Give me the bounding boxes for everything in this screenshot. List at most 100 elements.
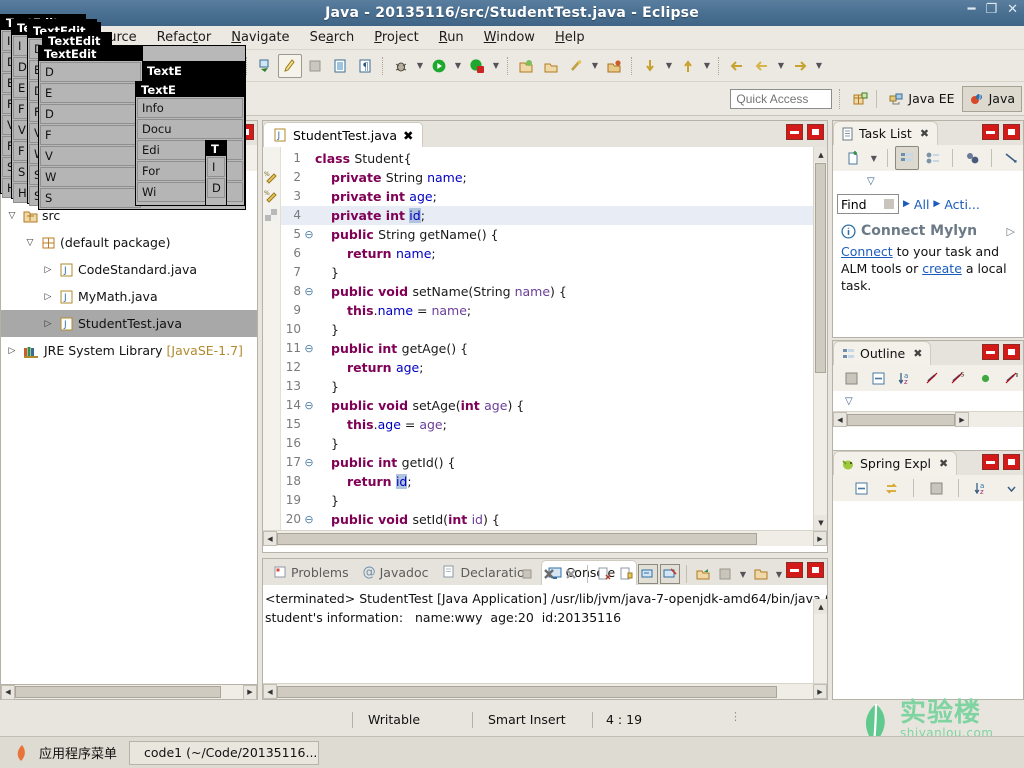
- link-with-editor-icon[interactable]: [999, 146, 1023, 170]
- focus-on-workweek-icon[interactable]: [960, 146, 984, 170]
- focus-on-active-task-icon[interactable]: [924, 476, 948, 500]
- console-output[interactable]: <terminated> StudentTest [Java Applicati…: [263, 585, 827, 699]
- maximize-editor-button[interactable]: [807, 124, 824, 140]
- code-line[interactable]: 9 this.name = name;: [281, 301, 813, 320]
- perspective-java[interactable]: J Java: [961, 85, 1022, 112]
- tree-item-mymath[interactable]: ▷ J MyMath.java: [1, 283, 257, 310]
- open-task-icon[interactable]: [253, 54, 277, 78]
- menu-item-search[interactable]: Search: [300, 27, 365, 48]
- new-task-dropdown-icon[interactable]: ▼: [868, 146, 880, 170]
- code-line[interactable]: 12 return age;: [281, 358, 813, 377]
- close-icon[interactable]: ✖: [403, 128, 413, 143]
- open-perspective-icon[interactable]: [514, 54, 538, 78]
- filter-active[interactable]: Acti...: [944, 197, 980, 212]
- menu-item-project[interactable]: Project: [364, 27, 429, 48]
- package-explorer-horizontal-scrollbar[interactable]: ◀ ▶: [0, 684, 258, 700]
- code-line[interactable]: % 3 private int age;: [264, 187, 813, 206]
- forward-dropdown-icon[interactable]: ▼: [813, 54, 825, 78]
- menu-item[interactable]: D: [40, 62, 141, 82]
- menu-item[interactable]: For: [137, 161, 243, 181]
- menu-item[interactable]: Edi: [137, 140, 243, 160]
- console-hscroll-thumb[interactable]: [277, 685, 777, 698]
- fold-toggle-icon[interactable]: ⊖: [303, 396, 315, 415]
- app-menu-button[interactable]: 应用程序菜单: [8, 743, 123, 762]
- remove-launch-icon[interactable]: [539, 564, 559, 584]
- code-line[interactable]: 13}: [281, 377, 813, 396]
- expand-arrow-icon[interactable]: ▷: [41, 292, 55, 302]
- open-task-repository-icon[interactable]: [602, 54, 626, 78]
- open-console-icon[interactable]: [715, 564, 735, 584]
- tab-task-list[interactable]: Task List ✖: [833, 121, 939, 145]
- perspective-java-ee[interactable]: Java EE: [881, 86, 961, 112]
- tab-problems[interactable]: Problems: [267, 559, 355, 585]
- hide-local-types-icon[interactable]: [1002, 366, 1023, 390]
- expand-arrow-icon[interactable]: ▷: [5, 346, 19, 356]
- tree-item-studenttest[interactable]: ▷ J StudentTest.java: [1, 310, 257, 337]
- tree-item-codestandard[interactable]: ▷ J CodeStandard.java: [1, 256, 257, 283]
- remove-all-terminated-icon[interactable]: [561, 564, 581, 584]
- scroll-right-arrow-icon[interactable]: ▶: [813, 531, 827, 546]
- outline-hscroll-thumb[interactable]: [847, 413, 955, 426]
- filter-all[interactable]: All: [914, 197, 930, 212]
- minimize-view-button[interactable]: [982, 344, 999, 360]
- code-line[interactable]: 17 ⊖ public int getId() {: [281, 453, 813, 472]
- debug-icon[interactable]: [389, 54, 413, 78]
- code-line[interactable]: 15 this.age = age;: [281, 415, 813, 434]
- pin-console-icon[interactable]: [660, 564, 680, 584]
- close-icon[interactable]: ✖: [913, 347, 922, 360]
- minimize-view-button[interactable]: [786, 562, 803, 578]
- editor-scroll-thumb[interactable]: [815, 163, 826, 373]
- restore-icon[interactable]: ❐: [985, 3, 997, 16]
- filter-arrow-icon[interactable]: ▶: [903, 199, 910, 209]
- editor-vertical-scrollbar[interactable]: ▲ ▼: [813, 147, 827, 530]
- fold-toggle-icon[interactable]: ⊖: [303, 339, 315, 358]
- coverage-dropdown-icon[interactable]: ▼: [490, 54, 502, 78]
- view-menu-icon[interactable]: [999, 476, 1023, 500]
- new-task-icon[interactable]: [841, 146, 865, 170]
- code-line[interactable]: 20 ⊖ public void setId(int id) {: [281, 510, 813, 529]
- code-line[interactable]: 19}: [281, 491, 813, 510]
- tab-spring-explorer[interactable]: Spring Expl ✖: [833, 451, 958, 475]
- scroll-lock-icon[interactable]: [616, 564, 636, 584]
- fold-toggle-icon[interactable]: ⊖: [303, 453, 315, 472]
- scroll-left-arrow-icon[interactable]: ◀: [263, 684, 277, 699]
- close-icon[interactable]: ✕: [1007, 3, 1018, 16]
- code-line[interactable]: 11 ⊖ public int getAge() {: [281, 339, 813, 358]
- back-dropdown-icon[interactable]: ▼: [775, 54, 787, 78]
- search-dropdown-icon[interactable]: ▼: [589, 54, 601, 78]
- expand-arrow-icon[interactable]: ▷: [41, 319, 55, 329]
- new-console-dropdown-icon[interactable]: ▼: [773, 562, 785, 586]
- clear-console-icon[interactable]: [594, 564, 614, 584]
- menu-item[interactable]: S: [40, 188, 141, 208]
- taskbar-window-code1[interactable]: code1 (~/Code/20135116...: [129, 740, 320, 765]
- open-perspective-button[interactable]: [848, 87, 872, 111]
- expand-arrow-icon[interactable]: ▽: [23, 238, 37, 248]
- close-icon[interactable]: ✖: [920, 127, 929, 140]
- menu-item-window[interactable]: Window: [474, 27, 545, 48]
- filter-arrow-icon[interactable]: ▶: [933, 199, 940, 209]
- skip-breakpoints-icon[interactable]: [303, 54, 327, 78]
- pilcrow-icon[interactable]: ¶: [353, 54, 377, 78]
- minimize-icon[interactable]: ━: [968, 3, 976, 16]
- menu-item-run[interactable]: Run: [429, 27, 474, 48]
- console-horizontal-scrollbar[interactable]: ◀ ▶: [263, 683, 827, 699]
- scheduled-presentation-icon[interactable]: [922, 146, 946, 170]
- minimize-view-button[interactable]: [982, 124, 999, 140]
- maximize-view-button[interactable]: [1003, 124, 1020, 140]
- code-line[interactable]: 16}: [281, 434, 813, 453]
- expand-arrow-icon[interactable]: ▷: [41, 265, 55, 275]
- minimize-view-button[interactable]: [982, 454, 999, 470]
- minimize-editor-button[interactable]: [786, 124, 803, 140]
- view-menu-icon[interactable]: ▽: [867, 176, 875, 187]
- tab-outline[interactable]: Outline ✖: [833, 341, 932, 365]
- new-console-view-icon[interactable]: [751, 564, 771, 584]
- maximize-view-button[interactable]: [807, 562, 824, 578]
- expand-arrow-icon[interactable]: ▽: [5, 211, 19, 221]
- hide-non-public-icon[interactable]: [975, 366, 996, 390]
- find-input[interactable]: Find: [837, 194, 899, 214]
- expand-icon[interactable]: ▷: [1007, 225, 1015, 238]
- link-with-editor-icon[interactable]: [879, 476, 903, 500]
- scroll-right-arrow-icon[interactable]: ▶: [955, 412, 969, 427]
- scroll-down-arrow-icon[interactable]: ▼: [814, 515, 827, 530]
- previous-annotation-icon[interactable]: [676, 54, 700, 78]
